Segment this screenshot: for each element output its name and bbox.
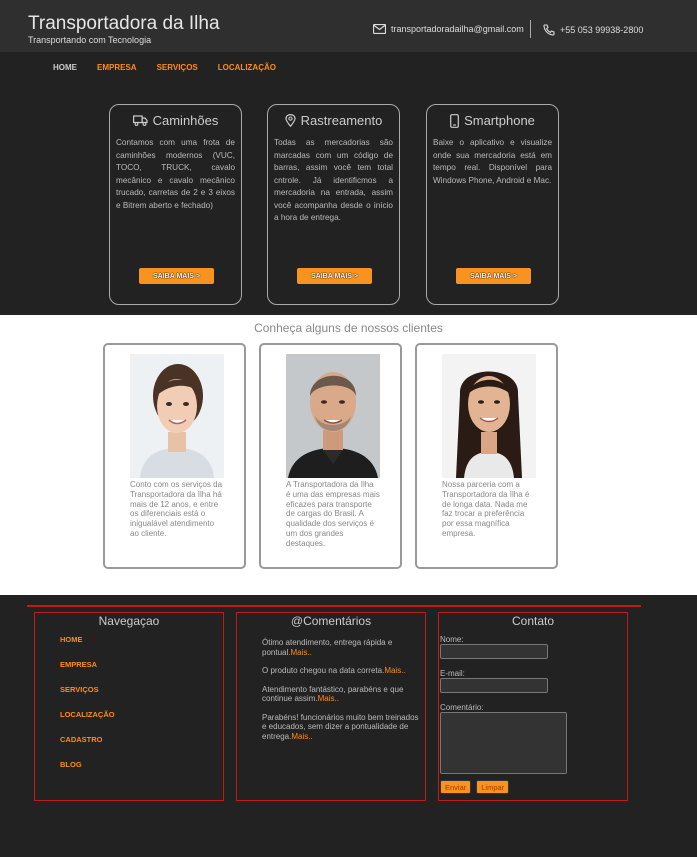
name-label: Nome:	[440, 635, 464, 644]
comment-item: Parabéns! funcionários muito bem treinad…	[262, 713, 422, 742]
saiba-mais-button[interactable]: SAIBA MAIS >	[297, 268, 372, 284]
client-testimonial: A Transportadora da Ilha é uma das empre…	[286, 480, 380, 548]
header-email-text: transportadoradailha@gmail.com	[391, 24, 524, 34]
comment-more-link[interactable]: Mais..	[291, 732, 312, 741]
header-phone-text: +55 053 99938-2800	[560, 25, 644, 35]
service-card-title-text: Smartphone	[464, 113, 535, 128]
footer-nav-list: HOME EMPRESA SERVIÇOS LOCALIZAÇÃO CADAST…	[60, 635, 115, 785]
footer-divider	[27, 605, 641, 607]
clear-button[interactable]: Limpar	[476, 780, 510, 794]
client-testimonial: Conto com os serviços da Transportadora …	[130, 480, 223, 538]
client-photo	[130, 354, 224, 478]
service-card-title: Rastreamento	[268, 113, 399, 128]
client-testimonial: Nossa parceria com a Transportadora da I…	[442, 480, 530, 538]
name-field[interactable]	[440, 644, 548, 659]
client-card: A Transportadora da Ilha é uma das empre…	[259, 343, 402, 569]
service-card-title-text: Rastreamento	[300, 113, 383, 128]
contact-form: Nome: E-mail: Comentário: Enviar Limpar	[440, 635, 620, 794]
footer-contact: Contato Nome: E-mail: Comentário: Enviar…	[438, 612, 628, 801]
footer-nav-cadastro[interactable]: CADASTRO	[60, 735, 115, 760]
footer-nav-empresa[interactable]: EMPRESA	[60, 660, 115, 685]
service-card-title: Caminhões	[110, 113, 241, 128]
service-card-caminhoes: Caminhões Contamos com uma frota de cami…	[109, 104, 242, 305]
footer-nav-home[interactable]: HOME	[60, 635, 115, 660]
comment-more-link[interactable]: Mais..	[290, 648, 311, 657]
brand-subtitle: Transportando com Tecnologia	[28, 35, 152, 45]
footer-navigation: Navegaçao HOME EMPRESA SERVIÇOS LOCALIZA…	[34, 612, 224, 801]
comment-item: Ótimo atendimento, entrega rápida e pont…	[262, 638, 422, 657]
client-card: Conto com os serviços da Transportadora …	[103, 343, 246, 569]
footer-contact-title: Contato	[511, 614, 555, 628]
location-pin-icon	[285, 114, 296, 127]
clients-title: Conheça alguns de nossos clientes	[254, 321, 443, 335]
comment-text: O produto chegou na data correta.	[262, 666, 385, 675]
service-card-text: Baixe o aplicativo e visualize onde sua …	[433, 138, 552, 185]
email-field[interactable]	[440, 678, 548, 693]
footer-nav-blog[interactable]: BLOG	[60, 760, 115, 785]
nav-localizacao[interactable]: LOCALIZAÇÃO	[218, 63, 276, 72]
email-label: E-mail:	[440, 669, 465, 678]
comment-more-link[interactable]: Mais..	[384, 666, 405, 675]
footer-comments: @Comentários Ótimo atendimento, entrega …	[236, 612, 426, 801]
service-card-rastreamento: Rastreamento Todas as mercadorias são ma…	[267, 104, 400, 305]
clients-section: Conheça alguns de nossos clientes Conto …	[0, 315, 697, 595]
nav-home[interactable]: HOME	[53, 63, 77, 72]
footer-nav-title: Navegaçao	[98, 614, 160, 628]
client-photo	[286, 354, 380, 478]
brand-title: Transportadora da Ilha	[28, 13, 220, 34]
comment-text: Parabéns! funcionários muito bem treinad…	[262, 712, 419, 741]
comment-item: Atendimento fantástico, parabéns e que c…	[262, 685, 422, 704]
footer-comments-title: @Comentários	[290, 614, 372, 628]
footer-nav-localizacao[interactable]: LOCALIZAÇÃO	[60, 710, 115, 735]
client-card: Nossa parceria com a Transportadora da I…	[415, 343, 558, 569]
header-divider	[530, 20, 531, 38]
comment-field[interactable]	[440, 712, 567, 774]
header-email[interactable]: transportadoradailha@gmail.com	[373, 24, 524, 34]
service-card-title-text: Caminhões	[152, 113, 219, 128]
nav-empresa[interactable]: EMPRESA	[97, 63, 137, 72]
phone-icon	[543, 24, 555, 36]
truck-icon	[132, 115, 148, 126]
site-header: Transportadora da Ilha Transportando com…	[0, 0, 697, 52]
header-phone[interactable]: +55 053 99938-2800	[543, 24, 643, 36]
comment-more-link[interactable]: Mais..	[318, 694, 339, 703]
service-card-text: Todas as mercadorias são marcadas com um…	[274, 138, 393, 222]
saiba-mais-button[interactable]: SAIBA MAIS >	[139, 268, 214, 284]
service-card-text: Contamos com uma frota de caminhões mode…	[116, 138, 235, 210]
client-photo	[442, 354, 536, 478]
comments-list: Ótimo atendimento, entrega rápida e pont…	[262, 638, 422, 750]
comment-label: Comentário:	[440, 703, 484, 712]
service-card-smartphone: Smartphone Baixe o aplicativo e visualiz…	[426, 104, 559, 305]
service-card-title: Smartphone	[427, 113, 558, 128]
comment-item: O produto chegou na data correta.Mais..	[262, 666, 422, 676]
nav-servicos[interactable]: SERVIÇOS	[157, 63, 198, 72]
main-nav: HOME EMPRESA SERVIÇOS LOCALIZAÇÃO	[53, 63, 296, 72]
envelope-icon	[373, 24, 386, 34]
send-button[interactable]: Enviar	[440, 780, 472, 794]
comment-text: Ótimo atendimento, entrega rápida e pont…	[262, 638, 393, 657]
saiba-mais-button[interactable]: SAIBA MAIS >	[456, 268, 531, 284]
smartphone-icon	[450, 113, 459, 128]
footer-nav-servicos[interactable]: SERVIÇOS	[60, 685, 115, 710]
